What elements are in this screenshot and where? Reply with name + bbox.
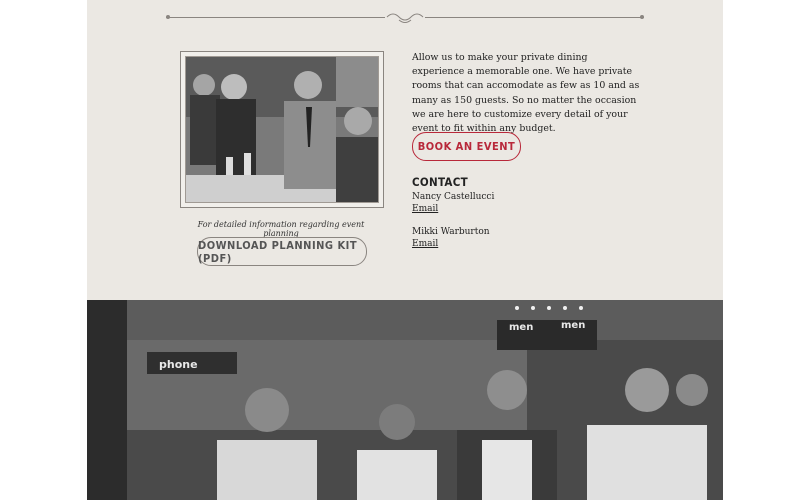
private-dining-intro: Allow us to make your private dining exp… <box>412 52 640 135</box>
event-photo-frame <box>180 51 384 208</box>
events-panel: For detailed information regarding event… <box>87 0 723 300</box>
planning-caption: For detailed information regarding event… <box>197 220 365 238</box>
contact-name: Nancy Castellucci <box>412 192 495 202</box>
download-planning-kit-button[interactable]: DOWNLOAD PLANNING KIT (PDF) <box>197 237 367 266</box>
contact-email-link[interactable]: Email <box>412 239 438 249</box>
book-event-button[interactable]: BOOK AN EVENT <box>412 132 521 161</box>
divider-ornament-icon <box>385 10 425 24</box>
section-divider <box>166 10 644 24</box>
event-photo <box>185 56 379 203</box>
phone-sign: phone <box>159 358 198 371</box>
contact-email-link[interactable]: Email <box>412 204 438 214</box>
staff-photo: phone men men <box>87 300 723 500</box>
men-sign: men <box>509 322 534 333</box>
men-sign: men <box>561 320 586 331</box>
contact-name: Mikki Warburton <box>412 227 490 237</box>
contact-heading: CONTACT <box>412 175 468 189</box>
